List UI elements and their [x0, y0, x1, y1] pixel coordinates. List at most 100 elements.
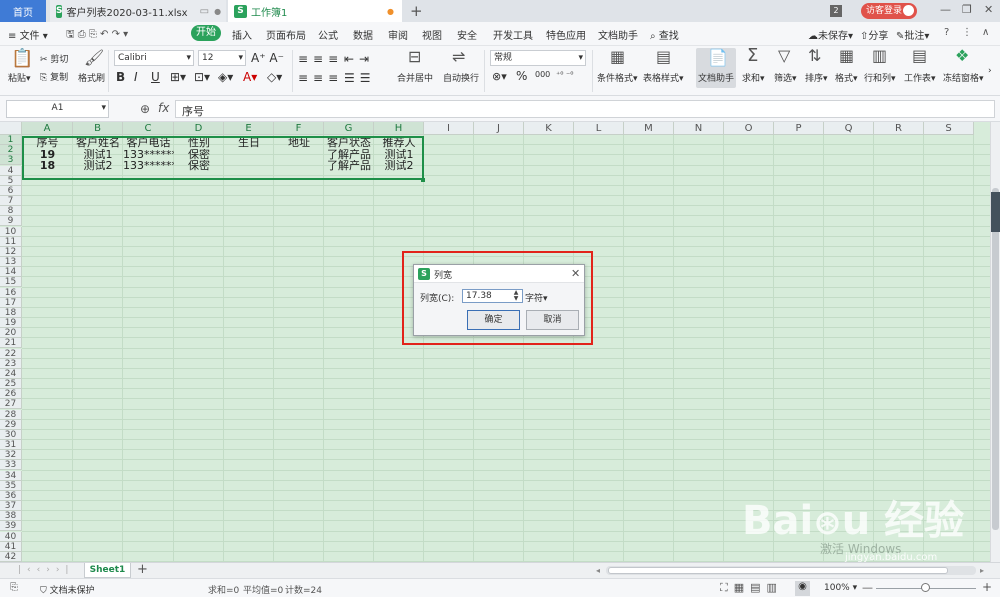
row-header-9[interactable]: 9: [0, 216, 22, 227]
column-header-l[interactable]: L: [574, 122, 624, 135]
row-header-23[interactable]: 23: [0, 358, 22, 369]
scroll-right-icon[interactable]: ▸: [980, 566, 984, 575]
column-header-s[interactable]: S: [924, 122, 974, 135]
zoom-formula-icon[interactable]: ⊕: [140, 102, 150, 116]
help-icon[interactable]: ?: [944, 27, 949, 38]
vertical-scrollbar[interactable]: [990, 122, 1000, 562]
protect-status[interactable]: ⛉ 文档未保护: [40, 583, 95, 596]
sheet-nav-icons[interactable]: |‹‹››|: [18, 565, 74, 575]
font-grow-button[interactable]: A⁺ A⁻: [251, 51, 284, 65]
minimize-icon[interactable]: —: [940, 3, 951, 16]
freeze-button[interactable]: 冻结窗格▾: [943, 71, 984, 84]
more-icon[interactable]: ⋮: [962, 27, 972, 38]
column-header-a[interactable]: A: [22, 122, 73, 135]
filter-button[interactable]: 筛选▾: [774, 71, 797, 84]
search-menu[interactable]: ⌕ 查找: [650, 27, 679, 42]
sum-icon[interactable]: Σ: [747, 47, 758, 65]
wrap-icon[interactable]: ⇌: [452, 49, 465, 65]
row-header-36[interactable]: 36: [0, 490, 22, 501]
row-header-8[interactable]: 8: [0, 206, 22, 217]
row-header-38[interactable]: 38: [0, 511, 22, 522]
copy-button[interactable]: ⎘ 复制: [40, 70, 68, 83]
window-count-badge[interactable]: 2: [830, 5, 842, 17]
paste-button[interactable]: 粘贴▾: [8, 71, 31, 84]
start-tab[interactable]: 开始: [191, 25, 221, 41]
format-painter-button[interactable]: 格式刷: [78, 71, 105, 84]
function-icon[interactable]: fx: [158, 101, 169, 115]
row-header-28[interactable]: 28: [0, 409, 22, 420]
tab-data[interactable]: 数据: [353, 27, 373, 42]
column-header-k[interactable]: K: [524, 122, 574, 135]
table-style-icon[interactable]: ▤: [656, 49, 671, 65]
row-header-11[interactable]: 11: [0, 236, 22, 247]
row-header-34[interactable]: 34: [0, 470, 22, 481]
paste-icon[interactable]: 📋: [11, 50, 33, 68]
row-header-26[interactable]: 26: [0, 389, 22, 400]
monitor-icon[interactable]: ▭: [200, 6, 209, 17]
border-icon[interactable]: ⊞▾: [170, 70, 186, 84]
row-header-18[interactable]: 18: [0, 307, 22, 318]
cond-format-button[interactable]: 条件格式▾: [597, 71, 638, 84]
row-header-33[interactable]: 33: [0, 460, 22, 471]
tab-doc-helper[interactable]: 文档助手: [598, 27, 638, 42]
row-header-31[interactable]: 31: [0, 440, 22, 451]
column-header-g[interactable]: G: [324, 122, 374, 135]
add-sheet-icon[interactable]: +: [137, 562, 148, 577]
tab-security[interactable]: 安全: [457, 27, 477, 42]
conditional-format-icon[interactable]: ▦: [610, 49, 625, 65]
row-header-21[interactable]: 21: [0, 338, 22, 349]
sort-button[interactable]: 排序▾: [805, 71, 828, 84]
row-header-35[interactable]: 35: [0, 480, 22, 491]
zoom-out-icon[interactable]: —: [862, 581, 873, 594]
new-tab-icon[interactable]: +: [410, 2, 423, 20]
row-header-24[interactable]: 24: [0, 368, 22, 379]
column-header-e[interactable]: E: [224, 122, 274, 135]
font-color-icon[interactable]: A▾: [243, 70, 257, 84]
merge-icon[interactable]: ⊟: [408, 49, 421, 65]
unsaved-status[interactable]: ☁未保存▾: [808, 27, 853, 42]
row-header-4[interactable]: 4: [0, 165, 22, 176]
cancel-button[interactable]: 取消: [526, 310, 579, 330]
comment-button[interactable]: ✎批注▾: [896, 27, 929, 42]
row-header-1[interactable]: 1: [0, 135, 22, 145]
filter-icon[interactable]: ▽: [778, 48, 790, 64]
row-header-6[interactable]: 6: [0, 185, 22, 196]
share-button[interactable]: ⇧分享: [860, 27, 888, 42]
column-header-p[interactable]: P: [774, 122, 824, 135]
row-header-41[interactable]: 41: [0, 541, 22, 552]
bold-button[interactable]: B: [116, 70, 125, 84]
style-icon[interactable]: ⊡▾: [194, 70, 210, 84]
login-button[interactable]: 访客登录: [861, 3, 917, 19]
select-all-corner[interactable]: [0, 122, 22, 135]
currency-icon[interactable]: ⊗▾: [492, 70, 507, 83]
row-header-19[interactable]: 19: [0, 318, 22, 329]
merge-button[interactable]: 合并居中: [397, 71, 433, 84]
rowcol-icon[interactable]: ▥: [872, 48, 887, 64]
row-header-2[interactable]: 2: [0, 145, 22, 156]
font-family-select[interactable]: Calibri ▾: [114, 50, 194, 66]
column-header-o[interactable]: O: [724, 122, 774, 135]
underline-button[interactable]: U: [151, 70, 160, 84]
column-header-n[interactable]: N: [674, 122, 724, 135]
sort-icon[interactable]: ⇅: [808, 48, 821, 64]
zoom-slider-thumb[interactable]: [921, 583, 930, 592]
column-header-f[interactable]: F: [274, 122, 324, 135]
ribbon-more-icon[interactable]: ›: [988, 66, 992, 76]
zoom-in-icon[interactable]: +: [982, 580, 992, 594]
rowcol-button[interactable]: 行和列▾: [864, 71, 896, 84]
column-header-i[interactable]: I: [424, 122, 474, 135]
scroll-left-icon[interactable]: ◂: [596, 566, 600, 575]
file-menu[interactable]: ≡ 文件 ▾: [8, 27, 48, 42]
row-header-29[interactable]: 29: [0, 419, 22, 430]
spinner-icon[interactable]: ▲ ▼: [511, 290, 521, 302]
quick-save-icon[interactable]: 🖫 ⎙ ⎘ ↶ ↷ ▾: [66, 27, 128, 44]
view-mode-icons[interactable]: ⛶▦▤▥: [720, 581, 783, 595]
scroll-thumb[interactable]: [992, 188, 999, 530]
horizontal-scrollbar[interactable]: [606, 566, 976, 575]
indent-icons[interactable]: ⇤⇥: [344, 52, 374, 66]
fill-handle[interactable]: [421, 178, 425, 182]
worksheet-button[interactable]: 工作表▾: [904, 71, 936, 84]
eye-protect-icon[interactable]: ◉: [795, 581, 810, 596]
format-painter-icon[interactable]: 🖌: [84, 50, 104, 66]
row-header-39[interactable]: 39: [0, 521, 22, 532]
